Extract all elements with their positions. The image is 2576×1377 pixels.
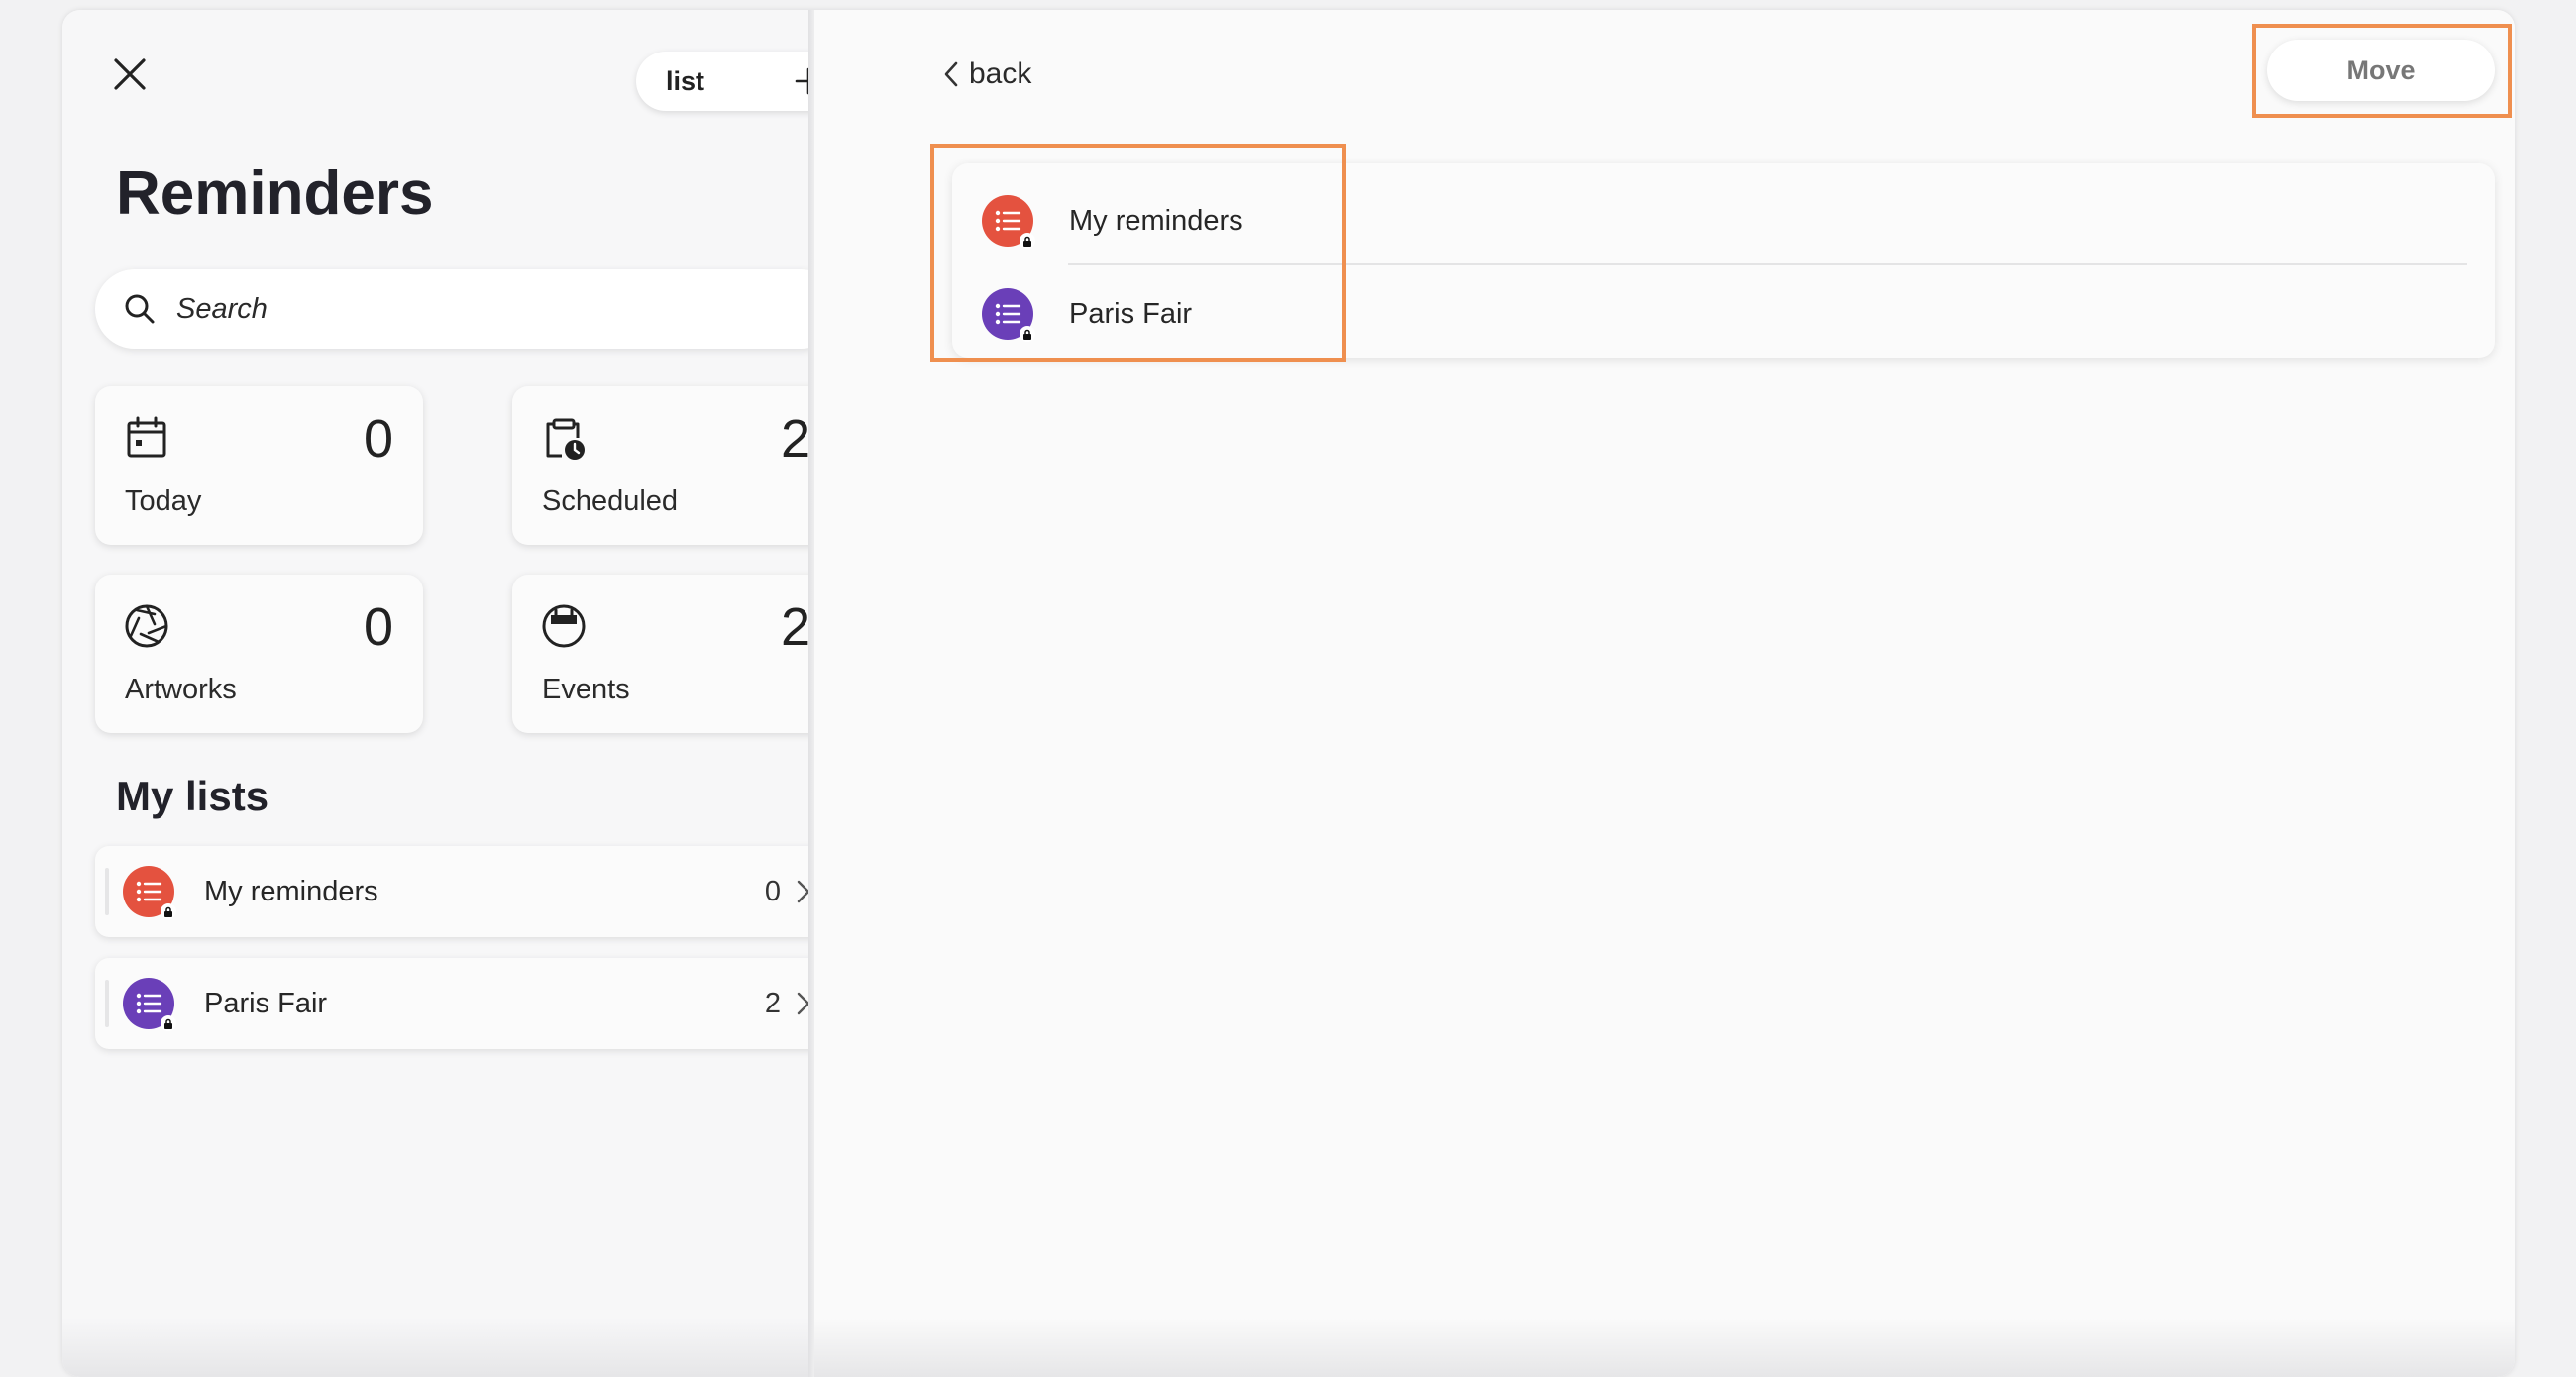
- main-bottom-fade: [814, 1318, 2515, 1377]
- lock-icon: [161, 903, 176, 919]
- list-icon: [136, 993, 162, 1014]
- my-lists-title: My lists: [116, 773, 269, 819]
- smart-list-scheduled[interactable]: 2 Scheduled: [512, 386, 840, 545]
- artworks-label: Artworks: [125, 674, 237, 705]
- destination-my-reminders[interactable]: My reminders: [952, 175, 2495, 266]
- app-window: list Reminders 0 Today: [62, 10, 2515, 1377]
- back-button[interactable]: back: [943, 57, 1031, 91]
- smart-list-events[interactable]: 2 Events: [512, 575, 840, 733]
- smart-list-artworks[interactable]: 0 Artworks: [95, 575, 423, 733]
- today-count: 0: [363, 409, 393, 469]
- chevron-left-icon: [944, 61, 958, 87]
- close-button[interactable]: [107, 52, 153, 97]
- list-color-badge: [982, 195, 1035, 249]
- destination-name: My reminders: [1069, 204, 1243, 237]
- list-icon: [995, 210, 1021, 232]
- events-count: 2: [780, 597, 810, 657]
- sidebar: list Reminders 0 Today: [62, 10, 840, 1377]
- lock-icon: [161, 1015, 176, 1031]
- scheduled-label: Scheduled: [542, 485, 679, 517]
- events-label: Events: [542, 674, 630, 705]
- list-color-badge: [123, 866, 176, 919]
- sidebar-bottom-fade: [62, 1318, 808, 1377]
- search-icon: [125, 294, 155, 324]
- list-color-badge: [123, 978, 176, 1031]
- event-calendar-icon: [542, 604, 586, 648]
- destination-list-panel: My reminders Paris Fair: [952, 163, 2495, 358]
- list-count: 2: [764, 987, 781, 1019]
- list-name: My reminders: [204, 875, 378, 907]
- drag-handle[interactable]: [105, 868, 109, 915]
- list-item-my-reminders[interactable]: My reminders 0: [95, 846, 840, 937]
- back-label: back: [969, 57, 1032, 90]
- list-color-badge: [982, 288, 1035, 342]
- artworks-count: 0: [363, 597, 393, 657]
- new-list-label: list: [666, 65, 705, 96]
- list-icon: [136, 881, 162, 902]
- close-icon: [114, 58, 146, 90]
- search-input[interactable]: [176, 292, 771, 326]
- lock-icon: [1020, 326, 1035, 342]
- search-bar[interactable]: [95, 269, 840, 349]
- destination-separator: [1068, 263, 2467, 265]
- scheduled-count: 2: [780, 409, 810, 469]
- smart-list-today[interactable]: 0 Today: [95, 386, 423, 545]
- list-icon: [995, 303, 1021, 325]
- list-count: 0: [764, 875, 781, 907]
- destination-name: Paris Fair: [1069, 297, 1193, 330]
- aperture-icon: [125, 604, 168, 648]
- today-label: Today: [125, 485, 202, 517]
- move-button[interactable]: Move: [2267, 40, 2495, 101]
- list-name: Paris Fair: [204, 987, 328, 1019]
- lock-icon: [1020, 233, 1035, 249]
- main-pane: back Move My reminders Paris Fair: [814, 10, 2515, 1377]
- calendar-icon: [127, 416, 166, 458]
- drag-handle[interactable]: [105, 980, 109, 1027]
- page-title: Reminders: [116, 159, 434, 228]
- list-item-paris-fair[interactable]: Paris Fair 2: [95, 958, 840, 1049]
- destination-paris-fair[interactable]: Paris Fair: [952, 268, 2495, 360]
- clipboard-clock-icon: [546, 418, 585, 460]
